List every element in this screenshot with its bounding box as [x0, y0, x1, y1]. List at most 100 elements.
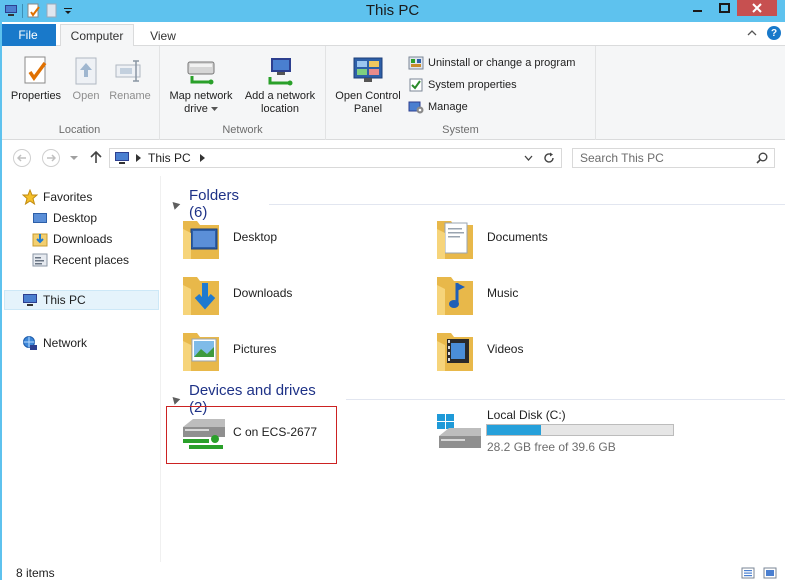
help-icon[interactable]: ?: [767, 26, 781, 40]
map-network-drive-line2: drive: [184, 103, 218, 116]
system-properties-button[interactable]: System properties: [408, 77, 517, 93]
programs-icon: [408, 56, 424, 70]
nav-recent-places[interactable]: Recent places: [32, 250, 129, 270]
group-divider: [345, 398, 785, 400]
location-group-label: Location: [58, 124, 101, 136]
drive-local-c[interactable]: Local Disk (C:) 28.2 GB free of 39.6 GB: [433, 406, 683, 464]
window-border: [0, 22, 2, 580]
ribbon: Properties Open Rename Location Map netw…: [0, 46, 785, 140]
nav-recent-places-label: Recent places: [53, 253, 130, 267]
folder-pictures[interactable]: Pictures: [181, 324, 276, 374]
folder-videos[interactable]: Videos: [435, 324, 523, 374]
folder-documents-label: Documents: [487, 230, 548, 244]
map-network-drive-label-2: drive: [184, 103, 208, 115]
network-group-label: Network: [222, 124, 263, 136]
back-button[interactable]: [13, 149, 31, 167]
tab-computer[interactable]: Computer: [60, 24, 134, 47]
properties-button[interactable]: Properties: [6, 54, 66, 103]
videos-folder-icon: [437, 333, 473, 371]
nav-desktop[interactable]: Desktop: [32, 208, 97, 228]
drive-usage-bar: [486, 424, 674, 436]
maximize-icon: [718, 3, 730, 13]
system-properties-icon: [409, 78, 423, 92]
folder-downloads-label: Downloads: [233, 286, 293, 300]
group-divider: [268, 203, 785, 205]
nav-this-pc[interactable]: This PC: [4, 290, 159, 310]
documents-folder-icon: [437, 221, 473, 259]
chevron-down-icon: [210, 107, 218, 111]
search-placeholder: Search This PC: [580, 151, 664, 165]
folder-music[interactable]: Music: [435, 268, 518, 318]
folder-desktop-label: Desktop: [233, 230, 278, 244]
recent-places-icon: [32, 253, 48, 267]
star-icon: [22, 189, 38, 205]
network-drive-icon: [183, 419, 225, 449]
rename-button[interactable]: Rename: [106, 54, 154, 103]
ribbon-group-location: Properties Open Rename Location: [0, 46, 160, 140]
add-network-location-button[interactable]: Add a network location: [238, 54, 322, 116]
search-input[interactable]: Search This PC: [572, 148, 775, 168]
title-bar: This PC: [0, 0, 785, 22]
breadcrumb-arrow-icon[interactable]: [199, 154, 205, 162]
open-icon: [69, 54, 103, 88]
rename-icon: [113, 54, 147, 88]
open-control-panel-label-2: Panel: [353, 103, 383, 115]
nav-downloads[interactable]: Downloads: [32, 229, 112, 249]
minimize-button[interactable]: [685, 0, 711, 16]
close-button[interactable]: [737, 0, 777, 16]
maximize-button[interactable]: [711, 0, 737, 16]
recent-locations-chevron-icon[interactable]: [70, 156, 78, 161]
address-bar[interactable]: This PC: [109, 148, 562, 168]
drive-network-c[interactable]: C on ECS-2677: [166, 406, 337, 464]
this-pc-icon: [115, 152, 129, 164]
open-control-panel-label-1: Open Control: [335, 90, 401, 102]
downloads-folder-icon: [183, 277, 219, 315]
nav-network[interactable]: Network: [22, 333, 87, 353]
system-properties-label: System properties: [428, 79, 517, 91]
collapse-caret-icon: [169, 393, 181, 405]
folder-documents[interactable]: Documents: [435, 212, 548, 262]
forward-button[interactable]: [42, 149, 60, 167]
up-arrow-icon[interactable]: [90, 150, 102, 164]
refresh-icon[interactable]: [543, 152, 555, 164]
folder-desktop[interactable]: Desktop: [181, 212, 277, 262]
network-icon: [23, 336, 37, 350]
minimize-icon: [693, 10, 702, 12]
nav-this-pc-label: This PC: [43, 293, 86, 307]
folder-videos-label: Videos: [487, 342, 524, 356]
add-network-location-label-2: location: [261, 103, 299, 115]
search-icon[interactable]: [756, 152, 768, 164]
nav-network-label: Network: [43, 336, 88, 350]
map-network-drive-button[interactable]: Map network drive: [164, 54, 238, 116]
address-dropdown-icon[interactable]: [524, 155, 533, 161]
ribbon-tabs: File Computer View ?: [0, 22, 785, 47]
content-area: Folders (6) Desktop Documents Downloads …: [161, 176, 785, 562]
desktop-icon: [33, 213, 47, 223]
tab-view[interactable]: View: [140, 24, 186, 47]
properties-label: Properties: [10, 90, 62, 102]
tab-file[interactable]: File: [0, 24, 56, 46]
folder-pictures-label: Pictures: [233, 342, 277, 356]
manage-button[interactable]: Manage: [408, 99, 468, 115]
drive-network-c-label: C on ECS-2677: [233, 425, 318, 439]
ribbon-group-system: Open Control Panel Uninstall or change a…: [326, 46, 596, 140]
folder-downloads[interactable]: Downloads: [181, 268, 292, 318]
open-button[interactable]: Open: [66, 54, 106, 103]
details-view-icon[interactable]: [741, 567, 755, 579]
uninstall-program-button[interactable]: Uninstall or change a program: [408, 55, 575, 71]
pictures-folder-icon: [183, 333, 219, 371]
drive-local-c-label: Local Disk (C:): [487, 408, 566, 422]
open-control-panel-button[interactable]: Open Control Panel: [330, 54, 406, 116]
nav-favorites[interactable]: Favorites: [22, 187, 92, 207]
rename-label: Rename: [109, 90, 151, 102]
breadcrumb-this-pc[interactable]: This PC: [148, 151, 191, 165]
manage-label: Manage: [428, 101, 468, 113]
large-icons-view-icon[interactable]: [763, 567, 777, 579]
collapse-ribbon-icon[interactable]: [747, 29, 757, 37]
breadcrumb-arrow-icon[interactable]: [136, 154, 141, 162]
open-label: Open: [72, 90, 100, 102]
window-title: This PC: [365, 2, 420, 19]
drive-free-space: 28.2 GB free of 39.6 GB: [487, 440, 616, 454]
window-controls: [685, 0, 777, 16]
properties-icon: [19, 54, 53, 88]
